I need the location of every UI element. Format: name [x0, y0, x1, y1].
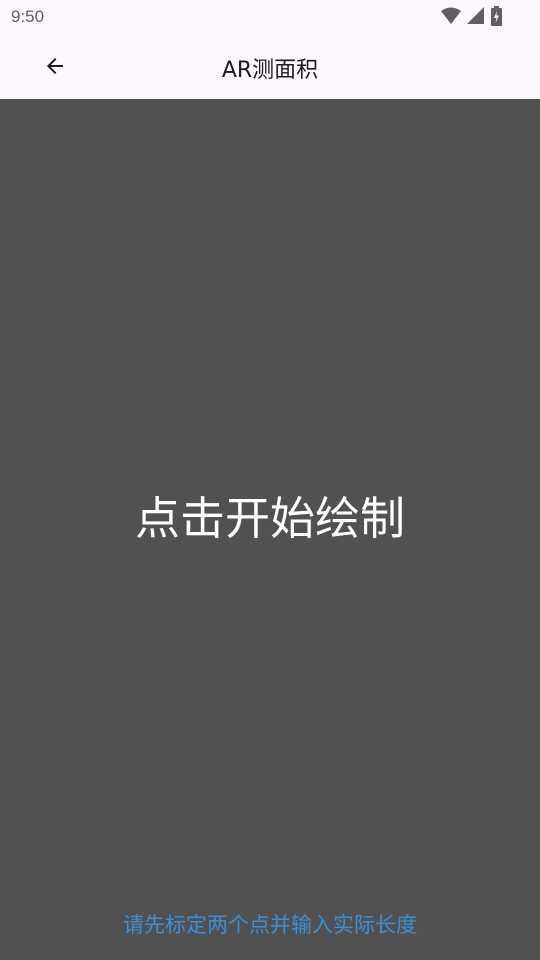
screen: 9:50 AR测面积 点击开始绘制 请先标定两个点并输入实际长度 [0, 0, 540, 960]
status-time: 9:50 [11, 7, 45, 26]
drawing-canvas[interactable]: 点击开始绘制 请先标定两个点并输入实际长度 [0, 99, 540, 960]
calibration-hint: 请先标定两个点并输入实际长度 [123, 913, 417, 937]
status-icons [441, 6, 502, 26]
start-drawing-prompt[interactable]: 点击开始绘制 [0, 482, 540, 547]
wifi-icon [441, 7, 461, 25]
signal-icon [467, 7, 485, 25]
app-bar: AR测面积 [0, 34, 540, 99]
status-bar: 9:50 [0, 0, 540, 34]
battery-icon [491, 6, 502, 26]
page-title: AR测面积 [221, 58, 319, 83]
